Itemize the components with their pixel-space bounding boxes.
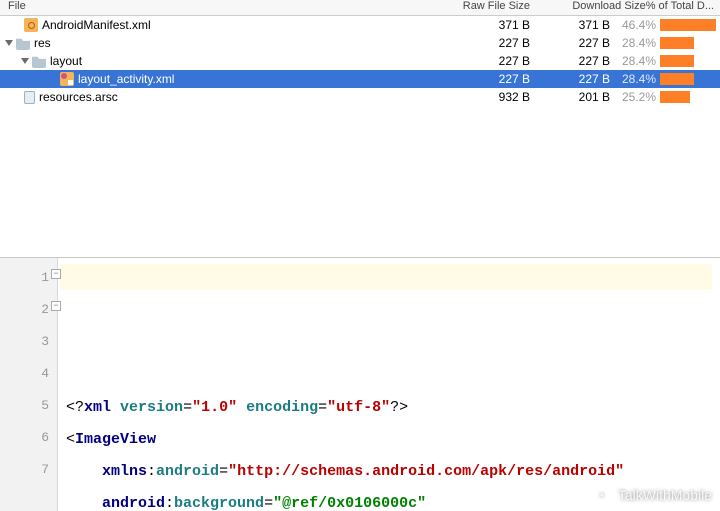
pct: 28.4% — [610, 72, 660, 86]
tree-row-label: AndroidManifest.xml — [42, 18, 151, 32]
folder-icon — [32, 54, 46, 68]
line-number: 7 — [0, 454, 49, 486]
pct-bar — [660, 37, 720, 49]
file-icon — [24, 91, 35, 104]
pct-bar — [660, 19, 720, 31]
col-file[interactable]: File — [0, 0, 440, 15]
pct: 28.4% — [610, 54, 660, 68]
tree-row[interactable]: AndroidManifest.xml371 B371 B46.4% — [0, 16, 720, 34]
tree-row-label: layout_activity.xml — [78, 72, 174, 86]
disclosure-triangle-icon[interactable] — [21, 58, 29, 64]
code-editor[interactable]: − − <?xml version="1.0" encoding="utf-8"… — [58, 258, 720, 511]
col-dl[interactable]: Download Size% of Total D... — [540, 0, 720, 15]
pct-bar — [660, 91, 720, 103]
pct: 25.2% — [610, 90, 660, 104]
pct: 46.4% — [610, 18, 660, 32]
line-number: 2 — [0, 294, 49, 326]
raw-size: 932 B — [440, 90, 540, 104]
dl-size: 227 B — [540, 36, 610, 50]
tree-row[interactable]: resources.arsc 932 B201 B25.2% — [0, 88, 720, 106]
tree-row[interactable]: layout_activity.xml227 B227 B28.4% — [0, 70, 720, 88]
pct-bar — [660, 55, 720, 67]
raw-size: 227 B — [440, 54, 540, 68]
tree-row-label: res — [34, 36, 51, 50]
dl-size: 227 B — [540, 72, 610, 86]
xml-icon — [24, 18, 38, 32]
line-number: 6 — [0, 422, 49, 454]
tree-header: File Raw File Size Download Size% of Tot… — [0, 0, 720, 16]
dl-size: 371 B — [540, 18, 610, 32]
file-tree-pane: File Raw File Size Download Size% of Tot… — [0, 0, 720, 258]
line-gutter: 1234567 — [0, 258, 58, 511]
line-number: 5 — [0, 390, 49, 422]
tree-row-label: resources.arsc — [39, 90, 118, 104]
line-number: 4 — [0, 358, 49, 390]
folder-icon — [16, 36, 30, 50]
pct-bar — [660, 73, 720, 85]
line-number: 3 — [0, 326, 49, 358]
dl-size: 201 B — [540, 90, 610, 104]
dl-size: 227 B — [540, 54, 610, 68]
code-content: <?xml version="1.0" encoding="utf-8"?> <… — [66, 392, 712, 511]
fold-minus-icon[interactable]: − — [51, 269, 61, 279]
raw-size: 371 B — [440, 18, 540, 32]
lxml-icon — [60, 72, 74, 86]
tree-row[interactable]: res227 B227 B28.4% — [0, 34, 720, 52]
current-line-highlight — [60, 264, 712, 290]
tree-row-label: layout — [50, 54, 82, 68]
raw-size: 227 B — [440, 36, 540, 50]
disclosure-triangle-icon[interactable] — [5, 40, 13, 46]
pct: 28.4% — [610, 36, 660, 50]
file-tree[interactable]: AndroidManifest.xml371 B371 B46.4%res227… — [0, 16, 720, 257]
fold-minus-icon[interactable]: − — [51, 301, 61, 311]
col-raw[interactable]: Raw File Size — [440, 0, 540, 15]
raw-size: 227 B — [440, 72, 540, 86]
code-pane: 1234567 − − <?xml version="1.0" encoding… — [0, 258, 720, 511]
line-number: 1 — [0, 262, 49, 294]
tree-row[interactable]: layout227 B227 B28.4% — [0, 52, 720, 70]
